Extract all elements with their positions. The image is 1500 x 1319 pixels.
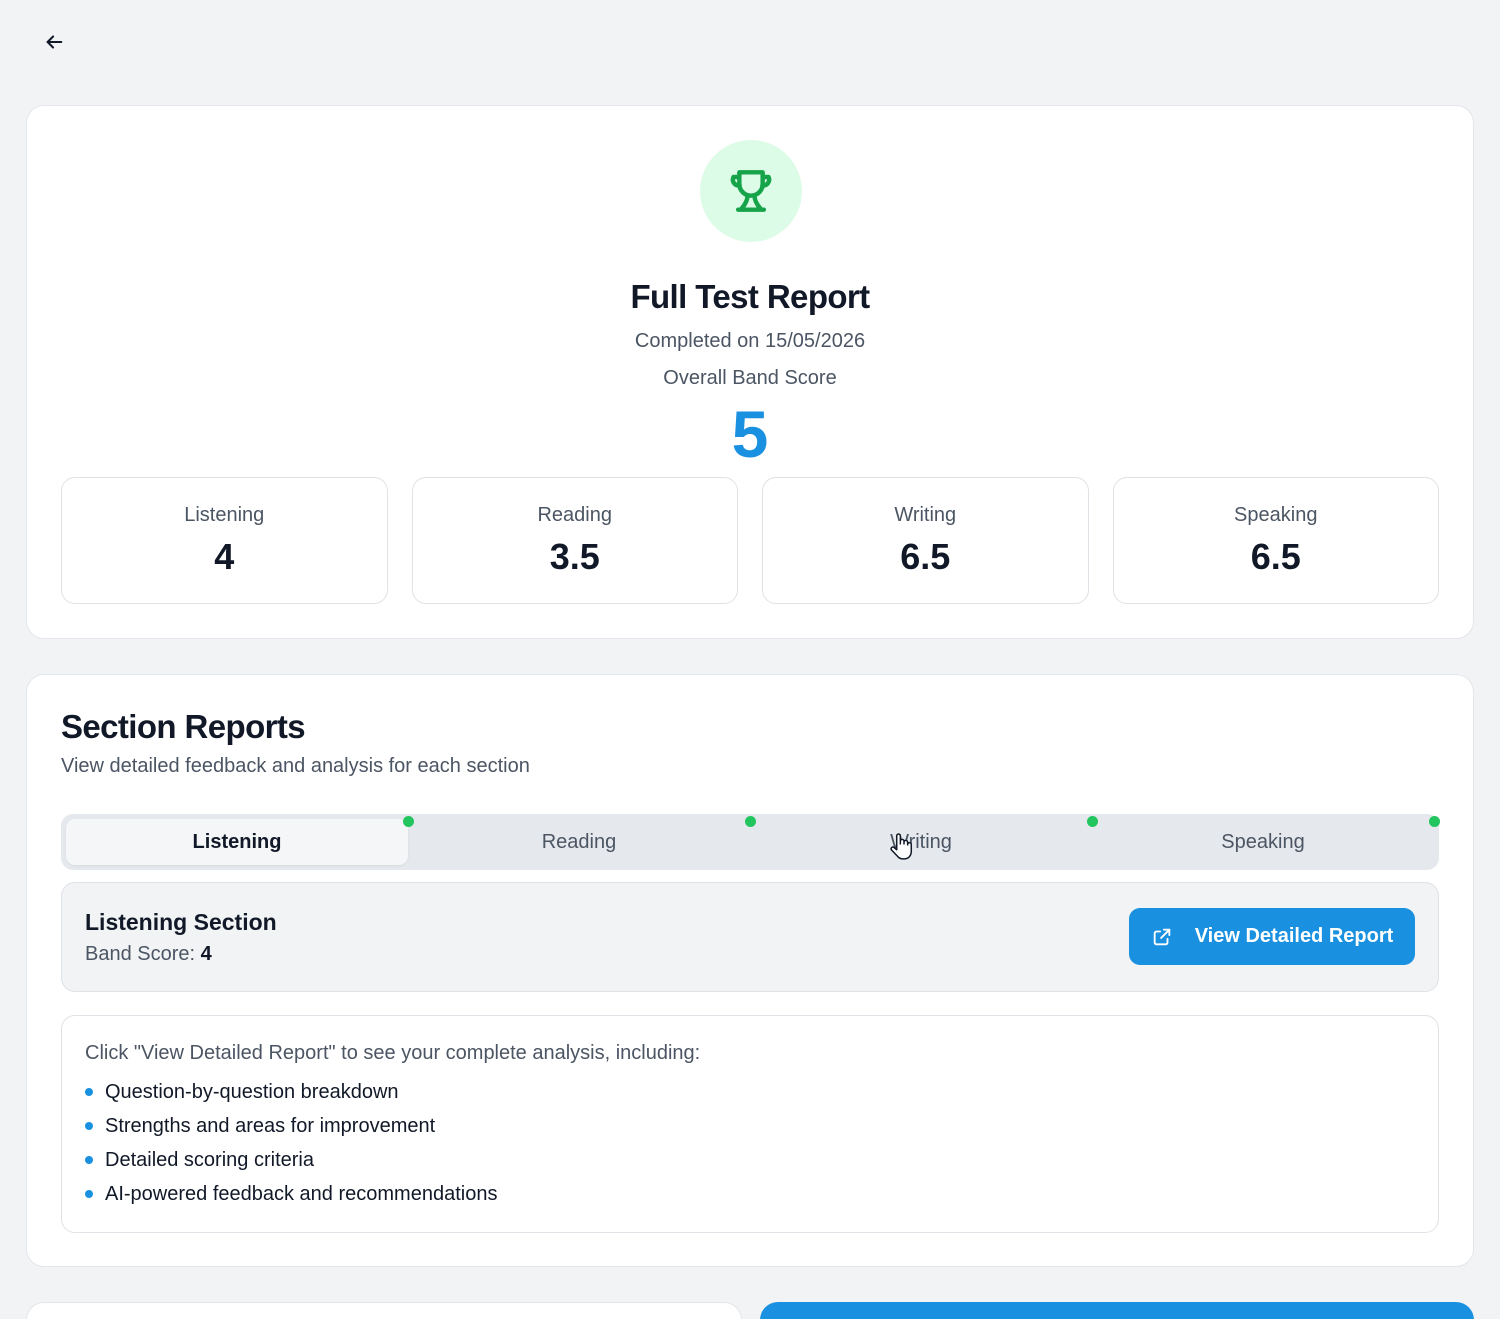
- completed-dot: [1429, 816, 1440, 827]
- list-item: Question-by-question breakdown: [85, 1080, 497, 1114]
- section-tabs: Listening Reading Writing Speaking: [61, 814, 1440, 870]
- trophy-badge: [700, 140, 802, 242]
- tab-label: Speaking: [1221, 830, 1305, 853]
- score-box-writing: Writing 6.5: [762, 477, 1089, 604]
- trophy-icon: [730, 170, 772, 212]
- tab-label: Writing: [890, 830, 952, 853]
- overall-band-score: 5: [731, 397, 769, 471]
- report-title: Full Test Report: [630, 278, 870, 315]
- bottom-card-left: [26, 1302, 742, 1319]
- band-score-label: Band Score:: [85, 943, 196, 965]
- score-value: 6.5: [1250, 536, 1301, 577]
- page: Full Test Report Completed on 15/05/2026…: [0, 0, 1500, 1319]
- tab-writing[interactable]: Writing: [750, 816, 1098, 865]
- view-detailed-report-button[interactable]: View Detailed Report: [1129, 908, 1415, 965]
- score-label: Reading: [537, 504, 612, 526]
- score-box-listening: Listening 4: [61, 477, 388, 604]
- score-value: 3.5: [549, 536, 600, 577]
- info-intro: Click "View Detailed Report" to see your…: [85, 1042, 701, 1064]
- tab-reading[interactable]: Reading: [408, 816, 756, 865]
- band-score-value: 4: [200, 943, 212, 965]
- section-band-score: Band Score: 4: [85, 943, 212, 966]
- external-link-icon: [1153, 928, 1170, 945]
- list-item: Strengths and areas for improvement: [85, 1114, 497, 1148]
- score-box-speaking: Speaking 6.5: [1112, 477, 1439, 604]
- button-label: View Detailed Report: [1194, 925, 1394, 947]
- bottom-action-button[interactable]: [760, 1302, 1474, 1319]
- feature-list: Question-by-question breakdown Strengths…: [85, 1080, 497, 1216]
- list-item: Detailed scoring criteria: [85, 1148, 497, 1182]
- section-reports-subtitle: View detailed feedback and analysis for …: [61, 755, 530, 777]
- report-info-box: Click "View Detailed Report" to see your…: [61, 1015, 1439, 1233]
- section-reports-card: Section Reports View detailed feedback a…: [26, 674, 1474, 1267]
- score-box-reading: Reading 3.5: [411, 477, 738, 604]
- tab-label: Listening: [192, 830, 282, 853]
- score-label: Writing: [894, 504, 957, 526]
- tab-speaking[interactable]: Speaking: [1092, 816, 1440, 865]
- section-score-grid: Listening 4 Reading 3.5 Writing 6.5 Spea…: [61, 477, 1439, 604]
- completed-date: Completed on 15/05/2026: [634, 330, 866, 352]
- section-summary-panel: Listening Section Band Score: 4 View Det…: [61, 882, 1439, 992]
- summary-card: Full Test Report Completed on 15/05/2026…: [26, 105, 1474, 639]
- list-item: AI-powered feedback and recommendations: [85, 1182, 497, 1216]
- section-name: Listening Section: [85, 909, 277, 935]
- overall-band-label: Overall Band Score: [663, 367, 837, 389]
- tab-listening[interactable]: Listening: [66, 816, 414, 865]
- score-label: Speaking: [1234, 504, 1318, 526]
- score-label: Listening: [184, 504, 265, 526]
- score-value: 6.5: [900, 536, 951, 577]
- back-button[interactable]: [36, 26, 72, 58]
- section-reports-title: Section Reports: [61, 708, 306, 745]
- arrow-left-icon: [46, 35, 63, 49]
- tab-label: Reading: [541, 830, 617, 853]
- score-value: 4: [214, 536, 235, 577]
